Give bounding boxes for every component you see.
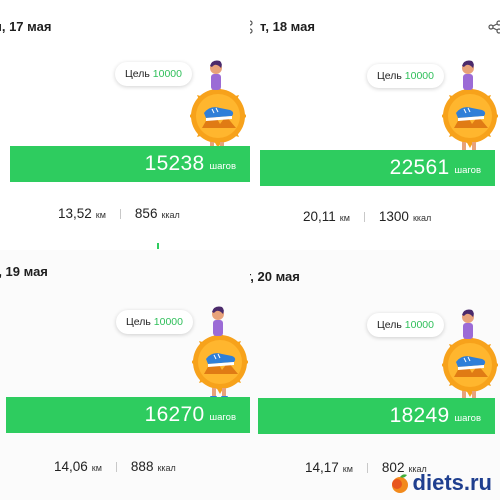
goal-value: 10000	[152, 68, 182, 80]
steps-value: 22561	[389, 156, 450, 179]
distance-unit: км	[95, 210, 106, 220]
calories-value: 888	[130, 459, 154, 474]
share-icon[interactable]	[488, 20, 500, 34]
stats-divider	[366, 462, 368, 473]
day-date: н, 17 мая	[0, 19, 52, 34]
goal-label: Цель	[126, 316, 151, 328]
peach-icon	[391, 474, 408, 493]
distance-unit: км	[342, 464, 353, 474]
sun-mascot-illustration	[442, 309, 498, 402]
steps-unit: шагов	[209, 161, 237, 172]
watermark-text: diets.ru	[412, 470, 492, 495]
stats-row: 13,52 км 856 ккал	[58, 206, 180, 221]
goal-bubble: Цель 10000	[115, 62, 192, 86]
steps-value: 15238	[144, 152, 205, 175]
goal-label: Цель	[377, 70, 402, 82]
scroll-indicator	[157, 243, 159, 249]
stats-row: 20,11 км 1300 ккал	[303, 209, 431, 224]
calories-unit: ккал	[161, 210, 180, 220]
goal-label: Цель	[377, 319, 402, 331]
day-card-may-19: ), 19 мая Цель 10000 16270 шагов 14,06 к…	[0, 250, 250, 500]
steps-value: 16270	[144, 403, 205, 426]
calories-value: 856	[134, 206, 158, 221]
stats-divider	[363, 211, 365, 222]
distance-value: 14,06	[54, 459, 88, 474]
goal-value: 10000	[404, 70, 434, 82]
steps-value: 18249	[389, 404, 450, 427]
distance-value: 20,11	[303, 209, 336, 224]
calories-unit: ккал	[157, 463, 176, 473]
steps-bar: 18249 шагов	[258, 398, 495, 434]
day-card-may-20: г, 20 мая Цель 10000 18249 шагов 14,17 к…	[250, 250, 500, 500]
goal-value: 10000	[404, 319, 434, 331]
sun-mascot-illustration	[192, 306, 248, 399]
calories-unit: ккал	[412, 213, 432, 223]
distance-unit: км	[339, 213, 350, 223]
stats-divider	[119, 208, 121, 219]
steps-bar: 16270 шагов	[6, 397, 250, 433]
watermark-logo: diets.ru	[389, 470, 492, 496]
stats-divider	[115, 461, 117, 472]
goal-label: Цель	[125, 68, 150, 80]
day-date: т, 18 мая	[260, 19, 315, 34]
calories-value: 1300	[378, 209, 409, 224]
sun-mascot-illustration	[190, 60, 246, 153]
goal-bubble: Цель 10000	[367, 313, 444, 337]
steps-bar: 15238 шагов	[10, 146, 250, 182]
distance-value: 14,17	[305, 460, 339, 475]
distance-unit: км	[91, 463, 102, 473]
steps-bar: 22561 шагов	[260, 150, 495, 186]
day-card-may-17: н, 17 мая Цель 10000 15238 шагов 13,52 к…	[0, 0, 250, 250]
distance-value: 13,52	[58, 206, 92, 221]
sun-mascot-illustration	[442, 60, 498, 153]
steps-unit: шагов	[454, 413, 482, 424]
day-card-may-18: т, 18 мая Цель 10000 22561 шагов 20,11 к…	[250, 0, 500, 250]
stats-row: 14,06 км 888 ккал	[54, 459, 176, 474]
steps-unit: шагов	[454, 165, 482, 176]
goal-bubble: Цель 10000	[116, 310, 193, 334]
goal-bubble: Цель 10000	[367, 64, 444, 88]
share-icon[interactable]	[250, 20, 253, 34]
day-date: ), 19 мая	[0, 264, 48, 279]
steps-unit: шагов	[209, 412, 237, 423]
day-date: г, 20 мая	[250, 269, 300, 284]
goal-value: 10000	[153, 316, 183, 328]
